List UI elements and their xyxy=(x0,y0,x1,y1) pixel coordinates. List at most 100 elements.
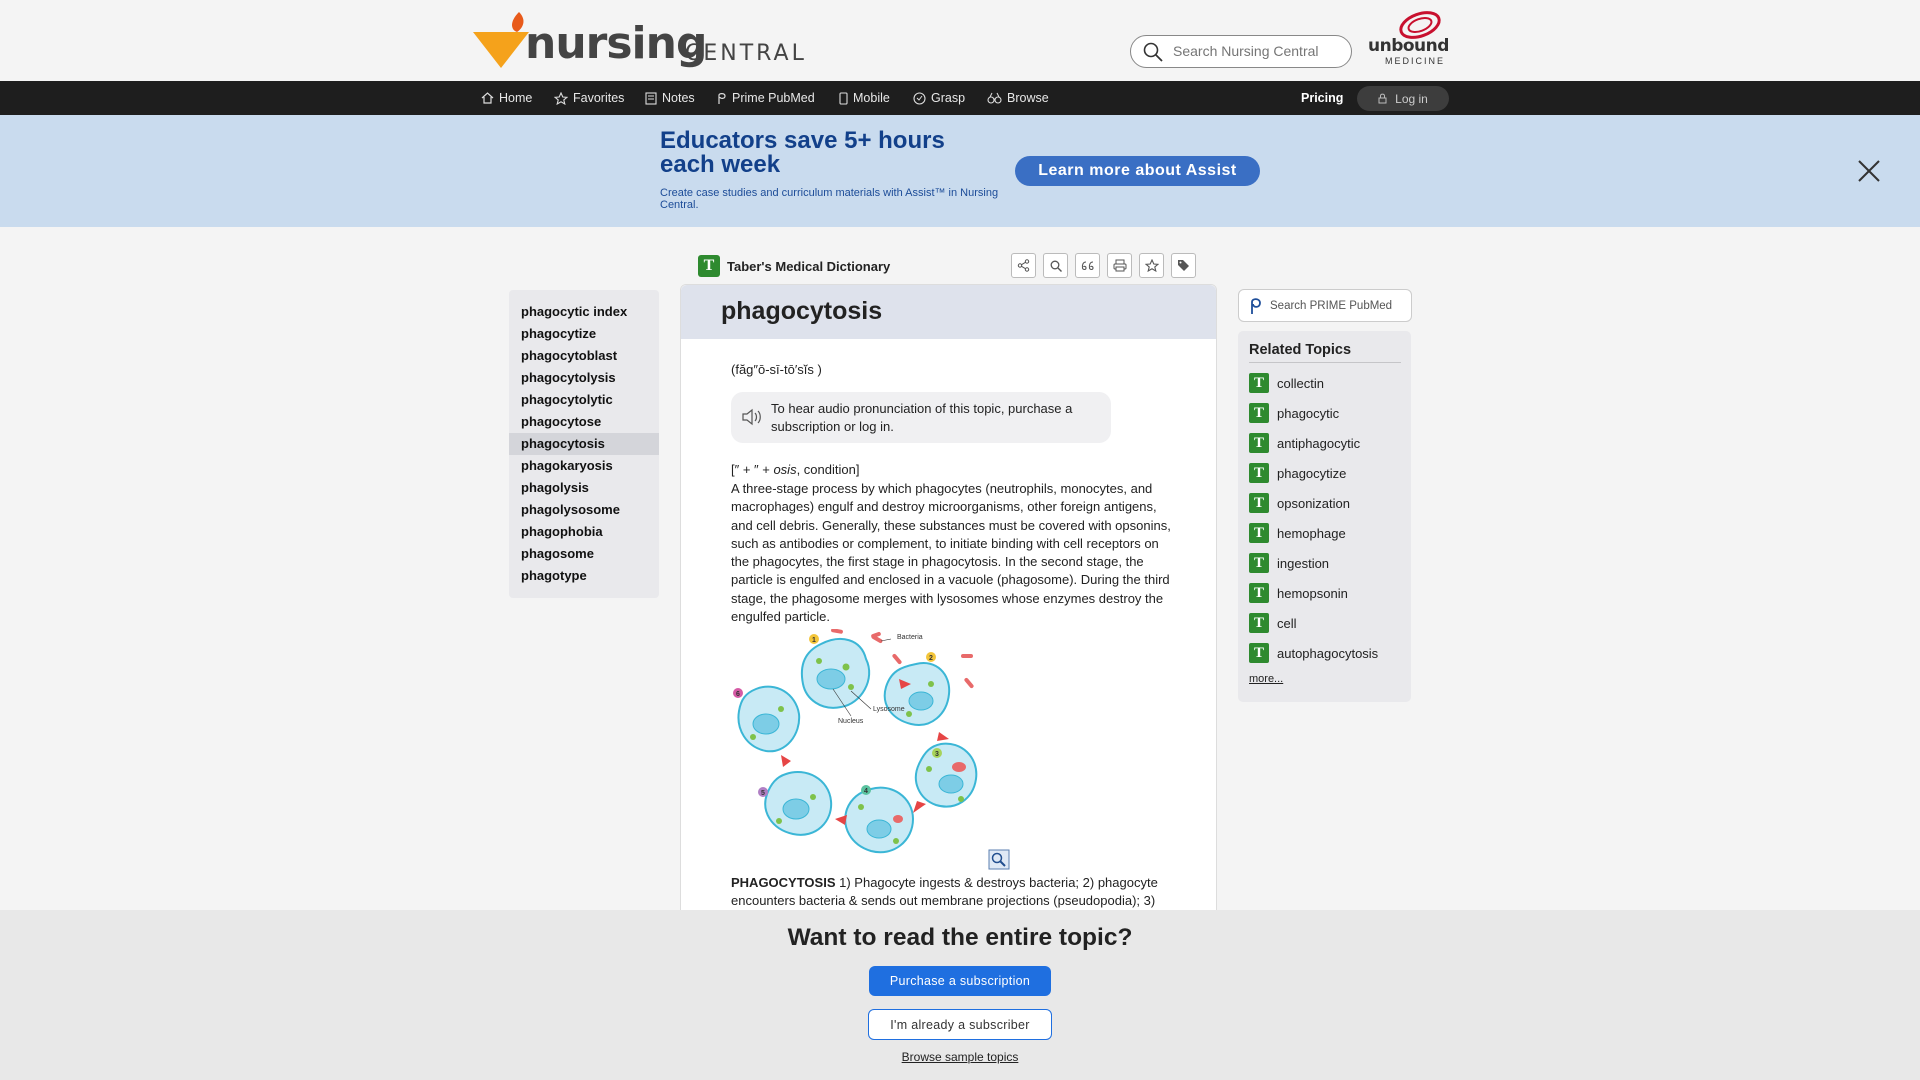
pricing-link[interactable]: Pricing xyxy=(1301,81,1343,115)
print-icon xyxy=(1113,259,1126,272)
related-topic-label: hemopsonin xyxy=(1277,585,1348,601)
topic-list-item[interactable]: phagosome xyxy=(509,543,659,565)
audio-pronunciation-box[interactable]: To hear audio pronunciation of this topi… xyxy=(731,392,1111,443)
related-topic-item[interactable]: Tautophagocytosis xyxy=(1249,642,1378,664)
topic-list-item[interactable]: phagocytoblast xyxy=(509,345,659,367)
arrow-shape xyxy=(937,732,949,741)
related-topic-item[interactable]: Tphagocytic xyxy=(1249,402,1339,424)
zoom-button[interactable] xyxy=(988,849,1010,870)
book-title[interactable]: Taber's Medical Dictionary xyxy=(727,259,890,274)
more-related-link[interactable]: more... xyxy=(1249,673,1283,685)
search-icon xyxy=(1143,42,1163,62)
related-topic-label: opsonization xyxy=(1277,495,1350,511)
share-button[interactable] xyxy=(1011,253,1036,278)
favorite-star-icon xyxy=(1144,259,1159,272)
topic-list-sidebar: phagocytic index phagocytize phagocytobl… xyxy=(509,290,659,598)
related-topic-item[interactable]: Tcell xyxy=(1249,612,1297,634)
tabers-book-icon: T xyxy=(1249,373,1269,393)
unbound-wordmark: unbound xyxy=(1368,36,1449,56)
nav-browse[interactable]: Browse xyxy=(987,81,1049,115)
search-icon xyxy=(1050,260,1062,272)
grasp-icon xyxy=(913,91,926,105)
nav-grasp-label: Grasp xyxy=(931,91,966,105)
mobile-icon xyxy=(839,91,848,105)
figure-label-lysosome: Lysosome xyxy=(873,706,905,713)
nucleus-shape xyxy=(782,798,810,820)
notes-icon xyxy=(645,91,657,105)
nav-mobile-label: Mobile xyxy=(853,91,890,105)
nav-favorites[interactable]: Favorites xyxy=(554,81,624,115)
nav-prime-pubmed[interactable]: Prime PubMed xyxy=(717,81,815,115)
nucleus-shape xyxy=(752,713,780,735)
lysosome-shape xyxy=(893,838,899,844)
related-topic-item[interactable]: Themophage xyxy=(1249,522,1346,544)
topic-list-item[interactable]: phagocytolysis xyxy=(509,367,659,389)
related-topic-label: antiphagocytic xyxy=(1277,435,1361,451)
site-header: nursing CENTRAL unbound MEDICINE xyxy=(0,0,1920,81)
nav-mobile[interactable]: Mobile xyxy=(839,81,890,115)
phagocytosis-diagram[interactable]: Bacteria Lysosome Nucleus 1 2 3 4 5 6 xyxy=(731,629,1013,873)
bacteria-shape xyxy=(892,653,902,665)
tag-button[interactable] xyxy=(1171,253,1196,278)
topic-list-item-active[interactable]: phagocytosis xyxy=(509,433,659,455)
binoculars-icon xyxy=(987,92,1002,104)
tabers-book-icon: T xyxy=(1249,583,1269,603)
lysosome-shape xyxy=(958,796,964,802)
nav-grasp[interactable]: Grasp xyxy=(913,81,965,115)
nav-home[interactable]: Home xyxy=(481,81,532,115)
topic-list-item[interactable]: phagocytize xyxy=(509,323,659,345)
nursing-central-logo[interactable]: nursing CENTRAL xyxy=(471,10,831,72)
close-icon[interactable] xyxy=(1856,158,1882,184)
audio-note: To hear audio pronunciation of this topi… xyxy=(771,401,1073,434)
related-topic-item[interactable]: Tcollectin xyxy=(1249,372,1324,394)
nucleus-shape xyxy=(908,691,934,711)
related-topic-item[interactable]: Topsonization xyxy=(1249,492,1350,514)
lock-icon xyxy=(1378,93,1387,104)
topic-list-item[interactable]: phagocytolytic xyxy=(509,389,659,411)
definition: A three-stage process by which phagocyte… xyxy=(731,481,1171,625)
figure-caption: PHAGOCYTOSIS 1) Phagocyte ingests & dest… xyxy=(731,874,1179,910)
already-subscriber-button[interactable]: I'm already a subscriber xyxy=(868,1009,1052,1040)
etymology: [″ + ″ + osis, condition] xyxy=(731,462,859,477)
topic-list-item[interactable]: phagokaryosis xyxy=(509,455,659,477)
medicine-wordmark: MEDICINE xyxy=(1385,56,1446,66)
lysosome-shape xyxy=(842,663,850,671)
prime-pubmed-search-button[interactable]: Search PRIME PubMed xyxy=(1238,289,1412,322)
related-topic-label: phagocytic xyxy=(1277,405,1340,421)
search-in-topic-button[interactable] xyxy=(1043,253,1068,278)
related-topic-item[interactable]: Tantiphagocytic xyxy=(1249,432,1360,454)
login-button[interactable]: Log in xyxy=(1357,86,1449,111)
cite-button[interactable] xyxy=(1075,253,1100,278)
favorite-button[interactable] xyxy=(1139,253,1164,278)
topic-list-item[interactable]: phagocytic index xyxy=(509,301,659,323)
tabers-book-icon[interactable]: T xyxy=(698,255,720,277)
topic-list-item[interactable]: phagotype xyxy=(509,565,659,587)
related-topic-item[interactable]: Tingestion xyxy=(1249,552,1329,574)
print-button[interactable] xyxy=(1107,253,1132,278)
article-header: phagocytosis xyxy=(681,285,1216,339)
unbound-medicine-logo[interactable]: unbound MEDICINE xyxy=(1368,8,1452,66)
topic-list-item[interactable]: phagolysis xyxy=(509,477,659,499)
related-topic-item[interactable]: Themopsonin xyxy=(1249,582,1348,604)
nucleus-shape xyxy=(938,774,964,794)
browse-sample-topics-link[interactable]: Browse sample topics xyxy=(0,1050,1920,1064)
main-navbar: Home Favorites Notes Prime PubMed Mobile… xyxy=(0,81,1920,115)
paywall-heading: Want to read the entire topic? xyxy=(787,924,1133,951)
bacteria-shape xyxy=(952,762,966,772)
home-icon xyxy=(481,92,494,104)
banner-subtitle: Create case studies and curriculum mater… xyxy=(660,187,999,211)
lysosome-shape xyxy=(906,711,912,717)
promo-banner: Educators save 5+ hours each week Create… xyxy=(0,115,1920,227)
nav-notes[interactable]: Notes xyxy=(645,81,695,115)
topic-list-item[interactable]: phagocytose xyxy=(509,411,659,433)
learn-more-assist-button[interactable]: Learn more about Assist xyxy=(1015,156,1260,186)
speaker-icon xyxy=(742,408,761,426)
topic-list-item[interactable]: phagolysosome xyxy=(509,499,659,521)
purchase-subscription-button[interactable]: Purchase a subscription xyxy=(869,966,1051,996)
related-topic-item[interactable]: Tphagocytize xyxy=(1249,462,1346,484)
banner-title: Educators save 5+ hours each week xyxy=(660,127,945,178)
topic-list-item[interactable]: phagophobia xyxy=(509,521,659,543)
search-input[interactable] xyxy=(1173,43,1343,59)
site-search[interactable] xyxy=(1130,35,1352,68)
related-topic-label: autophagocytosis xyxy=(1277,645,1379,661)
